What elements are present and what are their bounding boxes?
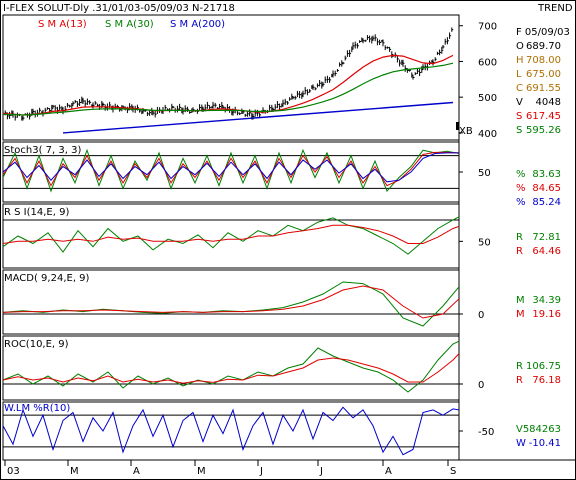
xtick-label: M xyxy=(197,466,206,477)
xtick-label: J xyxy=(319,466,323,477)
macd-label: MACD( 9,24,E, 9) xyxy=(4,273,90,284)
stoch-ytick-label: 50 xyxy=(478,168,491,179)
wlm-readout-value: 584263 xyxy=(523,424,561,435)
macd-readout-label: M xyxy=(516,295,525,306)
xb-label: XB xyxy=(459,126,473,137)
macd-readout-value: 34.39 xyxy=(532,295,561,306)
xtick-label: J xyxy=(259,466,263,477)
price-readout-value: 708.00 xyxy=(526,55,561,66)
price-ytick-label: 600 xyxy=(478,57,497,68)
price-readout-value: 595.26 xyxy=(526,125,561,136)
trend-label: TREND xyxy=(537,3,573,14)
chart-title: I-FLEX SOLUT-Dly .31/01/03-05/09/03 N-21… xyxy=(3,3,235,14)
price-readout-label: C xyxy=(516,83,523,94)
xtick-label: 03 xyxy=(7,466,20,477)
rsi-label: R S I(14,E, 9) xyxy=(4,207,69,218)
price-readout-value: 675.00 xyxy=(526,69,561,80)
rsi-readout-value: 72.81 xyxy=(532,232,561,243)
technical-chart: I-FLEX SOLUT-Dly .31/01/03-05/09/03 N-21… xyxy=(0,0,576,480)
price-readout-label: L xyxy=(516,69,522,80)
roc-readout-value: 76.18 xyxy=(532,375,561,386)
wlm-readout-value: -10.41 xyxy=(529,438,561,449)
legend-sma30: S M A(30) xyxy=(105,19,154,30)
rsi-readout-value: 64.46 xyxy=(532,246,561,257)
price-readout-value: 617.45 xyxy=(526,111,561,122)
macd-readout-label: M xyxy=(516,309,525,320)
roc-readout-label: R xyxy=(516,361,523,372)
wlm-label: W.LM %R(10) xyxy=(4,403,70,414)
price-readout-value: 4048 xyxy=(536,97,561,108)
price-readout-label: S xyxy=(516,111,522,122)
legend-sma13: S M A(13) xyxy=(38,19,87,30)
xtick-label: A xyxy=(133,466,140,477)
rsi-readout-label: R xyxy=(516,246,523,257)
roc-readout-label: R xyxy=(516,375,523,386)
price-readout-value: 691.55 xyxy=(526,83,561,94)
price-readout-label: H xyxy=(516,55,524,66)
wlm-ytick-label: -50 xyxy=(478,427,494,438)
stoch-readout-value: 84.65 xyxy=(532,183,561,194)
price-ytick-label: 400 xyxy=(478,129,497,140)
price-readout-label: S xyxy=(516,125,522,136)
price-ytick-label: 700 xyxy=(478,22,497,33)
roc-readout-value: 106.75 xyxy=(526,361,561,372)
roc-ytick-label: 0 xyxy=(478,380,484,391)
stoch-readout-value: 83.63 xyxy=(532,169,561,180)
macd-readout-value: 19.16 xyxy=(532,309,561,320)
price-readout-value: 689.70 xyxy=(526,41,561,52)
stoch-readout-label: % xyxy=(516,169,526,180)
rsi-readout-label: R xyxy=(516,232,523,243)
xtick-label: M xyxy=(70,466,79,477)
price-readout-label: V xyxy=(516,97,523,108)
price-ytick-label: 500 xyxy=(478,93,497,104)
stoch-readout-value: 85.24 xyxy=(532,197,561,208)
macd-ytick-label: 0 xyxy=(478,310,484,321)
xtick-label: A xyxy=(385,466,392,477)
price-readout-label: F 05/09/03 xyxy=(516,27,570,38)
price-readout-label: O xyxy=(516,41,524,52)
stoch-readout-label: % xyxy=(516,183,526,194)
legend-sma200: S M A(200) xyxy=(170,19,225,30)
wlm-readout-label: W xyxy=(516,438,526,449)
roc-label: ROC(10,E, 9) xyxy=(4,339,69,350)
rsi-ytick-label: 50 xyxy=(478,237,491,248)
stoch-readout-label: % xyxy=(516,197,526,208)
xtick-label: S xyxy=(450,466,456,477)
